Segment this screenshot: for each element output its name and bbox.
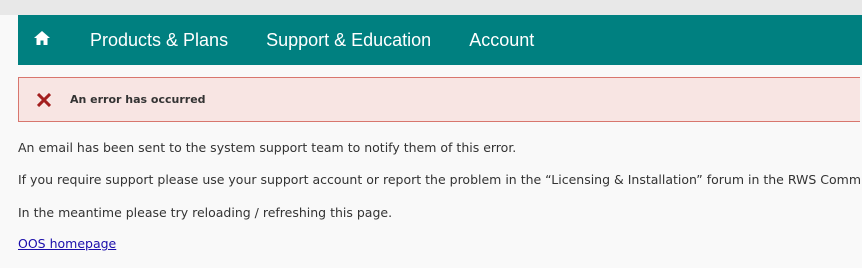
message-email-sent: An email has been sent to the system sup… <box>18 140 517 155</box>
oos-homepage-link[interactable]: OOS homepage <box>18 236 116 251</box>
error-title: An error has occurred <box>70 93 206 106</box>
close-icon <box>35 91 53 109</box>
nav-item-products-plans[interactable]: Products & Plans <box>90 15 228 65</box>
home-button[interactable] <box>18 15 66 65</box>
nav-item-support-education[interactable]: Support & Education <box>266 15 431 65</box>
top-strip <box>0 0 862 15</box>
main-navbar: Products & Plans Support & Education Acc… <box>18 15 862 65</box>
message-reload: In the meantime please try reloading / r… <box>18 205 393 220</box>
nav-item-account[interactable]: Account <box>469 15 534 65</box>
message-support: If you require support please use your s… <box>18 172 862 187</box>
home-icon <box>34 30 50 50</box>
error-alert: An error has occurred <box>18 77 860 122</box>
